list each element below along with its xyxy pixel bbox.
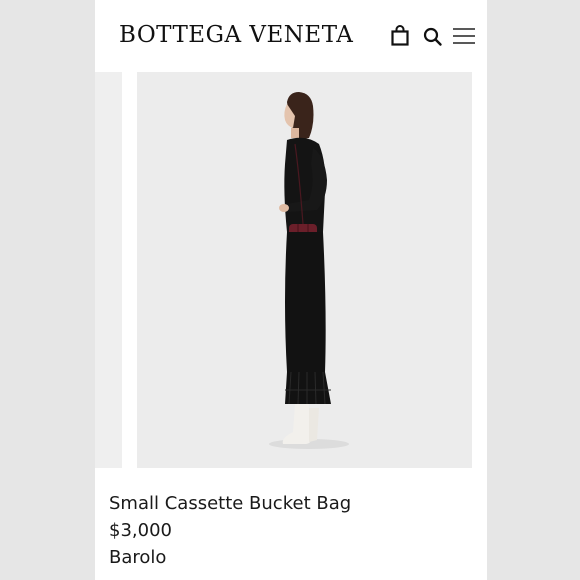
product-color: Barolo: [109, 547, 167, 568]
product-page: BOTTEGA VENETA Small Cassette Bucket Bag…: [95, 0, 487, 580]
next-slide-edge[interactable]: [472, 72, 487, 468]
model-photo-illustration: [137, 72, 472, 468]
brand-logo[interactable]: BOTTEGA VENETA: [119, 22, 353, 48]
shopping-bag-icon[interactable]: [389, 24, 413, 48]
model-skirt: [285, 232, 331, 404]
product-info: Small Cassette Bucket Bag $3,000 Barolo: [109, 490, 351, 571]
hamburger-menu-icon[interactable]: [451, 24, 477, 48]
product-photo[interactable]: [137, 72, 472, 468]
previous-slide-edge[interactable]: [95, 72, 122, 468]
product-price: $3,000: [109, 520, 172, 541]
background-right: [487, 0, 580, 580]
background-left: [0, 0, 95, 580]
search-icon[interactable]: [421, 24, 445, 48]
product-name[interactable]: Small Cassette Bucket Bag: [109, 490, 351, 517]
product-image-carousel[interactable]: [95, 72, 487, 468]
site-header: BOTTEGA VENETA: [95, 0, 487, 72]
